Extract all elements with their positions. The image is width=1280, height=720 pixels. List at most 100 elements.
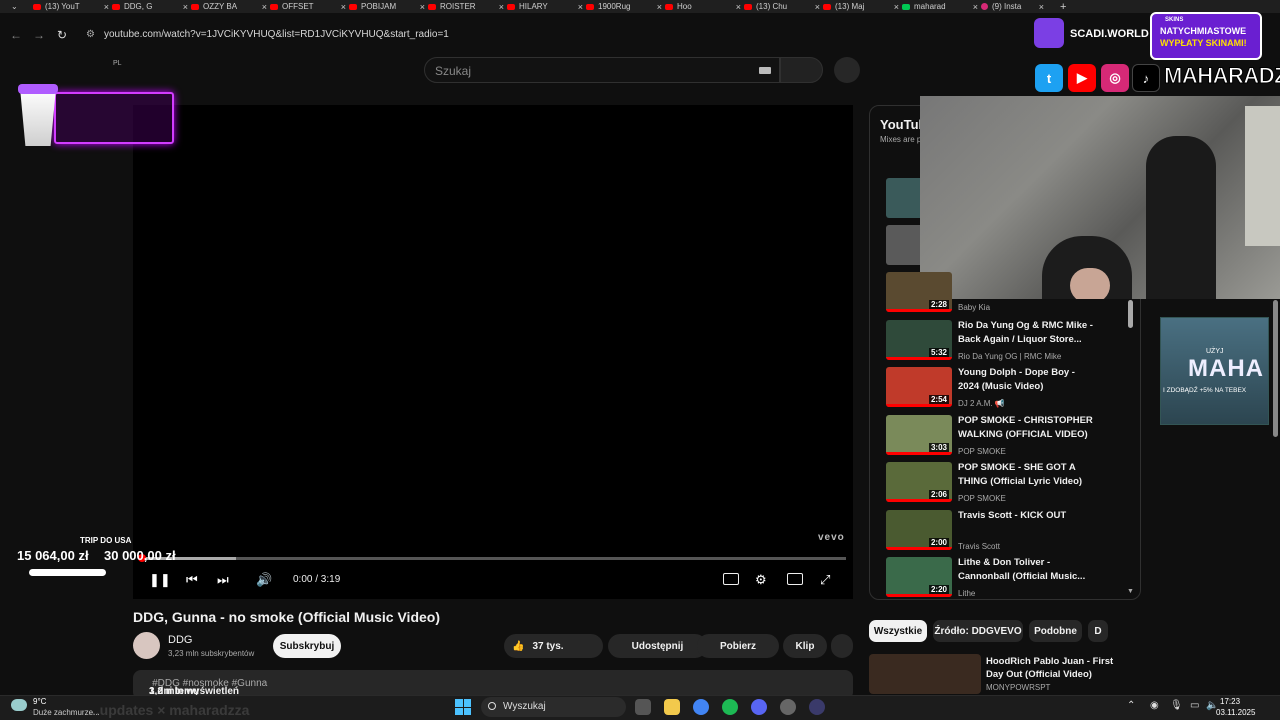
- browser-tab[interactable]: 1900Rug ×: [586, 0, 664, 13]
- browser-tab[interactable]: OFFSET ×: [270, 0, 348, 13]
- forward-arrow-icon[interactable]: →: [33, 28, 45, 42]
- tab-label: DDG, G: [124, 2, 153, 11]
- youtube-favicon-icon: [665, 3, 673, 10]
- playlist-item[interactable]: 3:03 POP SMOKE - CHRISTOPHER WALKING (OFF…: [886, 415, 1131, 461]
- close-tab-icon[interactable]: ×: [1039, 2, 1044, 12]
- keyboard-icon[interactable]: [759, 67, 771, 74]
- volume-icon[interactable]: 🔊: [256, 572, 272, 588]
- task-view-icon[interactable]: [635, 699, 651, 715]
- browser-tab[interactable]: Hoo ×: [665, 0, 743, 13]
- close-tab-icon[interactable]: ×: [894, 2, 899, 12]
- browser-tab[interactable]: POBIJAM ×: [349, 0, 427, 13]
- next-icon[interactable]: ⏭: [217, 572, 229, 588]
- voice-search-button[interactable]: [834, 57, 860, 83]
- subscriber-count: 3,23 mln subskrybentów: [168, 649, 255, 658]
- settings-gear-icon[interactable]: ⚙: [755, 572, 767, 588]
- close-tab-icon[interactable]: ×: [104, 2, 109, 12]
- back-arrow-icon[interactable]: ←: [10, 28, 22, 42]
- close-tab-icon[interactable]: ×: [973, 2, 978, 12]
- reload-icon[interactable]: ↻: [57, 28, 67, 42]
- youtube-favicon-icon: [428, 3, 436, 10]
- browser-tab[interactable]: (13) Maj ×: [823, 0, 901, 13]
- fullscreen-icon[interactable]: ⤢: [820, 572, 830, 588]
- clock-date[interactable]: 03.11.2025: [1216, 708, 1255, 717]
- browser-tab[interactable]: DDG, G ×: [112, 0, 190, 13]
- playlist-item[interactable]: 2:20 Lithe & Don Toliver - Cannonball (Of…: [886, 557, 1131, 603]
- instagram-icon: ◎: [1101, 64, 1129, 92]
- youtube-favicon-icon: [191, 3, 199, 10]
- thumbs-up-icon: 👍: [512, 640, 525, 652]
- chip-all[interactable]: Wszystkie: [869, 620, 927, 642]
- close-tab-icon[interactable]: ×: [578, 2, 583, 12]
- video-player[interactable]: [133, 105, 853, 599]
- discord-icon[interactable]: [751, 699, 767, 715]
- close-tab-icon[interactable]: ×: [657, 2, 662, 12]
- thumbnail: 2:00: [886, 510, 952, 550]
- close-tab-icon[interactable]: ×: [341, 2, 346, 12]
- close-tab-icon[interactable]: ×: [420, 2, 425, 12]
- watched-bar: [886, 404, 952, 407]
- clock-time[interactable]: 17:23: [1220, 697, 1240, 706]
- like-button[interactable]: 👍 37 tys.: [504, 634, 603, 658]
- chip-source[interactable]: Źródło: DDGVEVO: [933, 620, 1023, 642]
- browser-tab[interactable]: (13) YouT ×: [33, 0, 111, 13]
- watched-bar: [886, 547, 952, 550]
- subscribe-button[interactable]: Subskrybuj: [273, 634, 341, 658]
- progress-bar[interactable]: [140, 557, 846, 560]
- recommended-thumbnail[interactable]: [869, 654, 981, 694]
- playlist-item[interactable]: 2:06 POP SMOKE - SHE GOT A THING (Officia…: [886, 462, 1131, 508]
- microphone-icon[interactable]: 🎙: [1170, 700, 1183, 711]
- site-info-icon[interactable]: ⚙: [86, 29, 95, 40]
- playlist-item[interactable]: 2:54 Young Dolph - Dope Boy - 2024 (Music…: [886, 367, 1131, 413]
- subtitles-icon[interactable]: [723, 573, 739, 585]
- file-explorer-icon[interactable]: [664, 699, 680, 715]
- download-button[interactable]: Pobierz: [697, 634, 779, 658]
- new-tab-button[interactable]: +: [1060, 0, 1066, 13]
- close-tab-icon[interactable]: ×: [499, 2, 504, 12]
- search-button[interactable]: [780, 57, 823, 83]
- browser-tab[interactable]: (9) Insta ×: [981, 0, 1046, 13]
- pause-icon[interactable]: ❚❚: [149, 572, 171, 588]
- weather-cloud-icon[interactable]: [11, 699, 27, 711]
- page-scrollbar[interactable]: [1273, 300, 1278, 437]
- previous-icon[interactable]: ⏮: [186, 572, 198, 588]
- share-button[interactable]: Udostępnij: [608, 634, 707, 658]
- channel-avatar[interactable]: [133, 632, 160, 659]
- more-actions-button[interactable]: [831, 634, 853, 658]
- playlist-item[interactable]: 2:00 Travis Scott - KICK OUT Travis Scott: [886, 510, 1131, 556]
- playlist-item[interactable]: 5:32 Rio Da Yung Og & RMC Mike - Back Aga…: [886, 320, 1131, 366]
- close-tab-icon[interactable]: ×: [262, 2, 267, 12]
- browser-tab[interactable]: OZZY BA ×: [191, 0, 269, 13]
- search-input[interactable]: Szukaj: [424, 57, 780, 83]
- weather-temperature[interactable]: 9°C: [33, 697, 46, 706]
- close-tab-icon[interactable]: ×: [815, 2, 820, 12]
- spotify-icon[interactable]: [722, 699, 738, 715]
- network-icon[interactable]: ▭: [1190, 700, 1199, 711]
- clip-button[interactable]: Klip: [783, 634, 827, 658]
- channel-name[interactable]: DDG: [168, 634, 192, 646]
- url-field[interactable]: youtube.com/watch?v=1JVCiKYVHUQ&list=RD1…: [104, 29, 449, 40]
- playlist-item-title: POP SMOKE - SHE GOT A THING (Official Ly…: [958, 462, 1083, 487]
- app-icon[interactable]: [809, 699, 825, 715]
- browser-tab[interactable]: HILARY ×: [507, 0, 585, 13]
- chip-more[interactable]: D: [1088, 620, 1108, 642]
- chrome-icon[interactable]: [693, 699, 709, 715]
- browser-tab[interactable]: ROISTER ×: [428, 0, 506, 13]
- tab-list-chevron-icon[interactable]: ⌄: [11, 0, 18, 13]
- playlist-item[interactable]: 2:28 Baby Kia: [886, 272, 1131, 318]
- windows-start-icon[interactable]: [455, 699, 471, 715]
- browser-tab[interactable]: (13) Chu ×: [744, 0, 822, 13]
- chip-similar[interactable]: Podobne: [1029, 620, 1082, 642]
- payout-line-2: WYPŁATY SKINAMI!: [1160, 38, 1247, 48]
- browser-tab[interactable]: maharad ×: [902, 0, 980, 13]
- close-tab-icon[interactable]: ×: [736, 2, 741, 12]
- webcam-feed: [920, 96, 1280, 299]
- tray-chevron-icon[interactable]: ⌃: [1127, 700, 1135, 711]
- recommended-title[interactable]: HoodRich Pablo Juan - First Day Out (Off…: [986, 655, 1131, 681]
- discord-tray-icon[interactable]: ◉: [1150, 700, 1159, 711]
- tab-label: Hoo: [677, 2, 692, 11]
- close-tab-icon[interactable]: ×: [183, 2, 188, 12]
- theater-mode-icon[interactable]: [787, 573, 803, 585]
- obs-icon[interactable]: [780, 699, 796, 715]
- taskbar-search[interactable]: Wyszukaj: [481, 697, 626, 717]
